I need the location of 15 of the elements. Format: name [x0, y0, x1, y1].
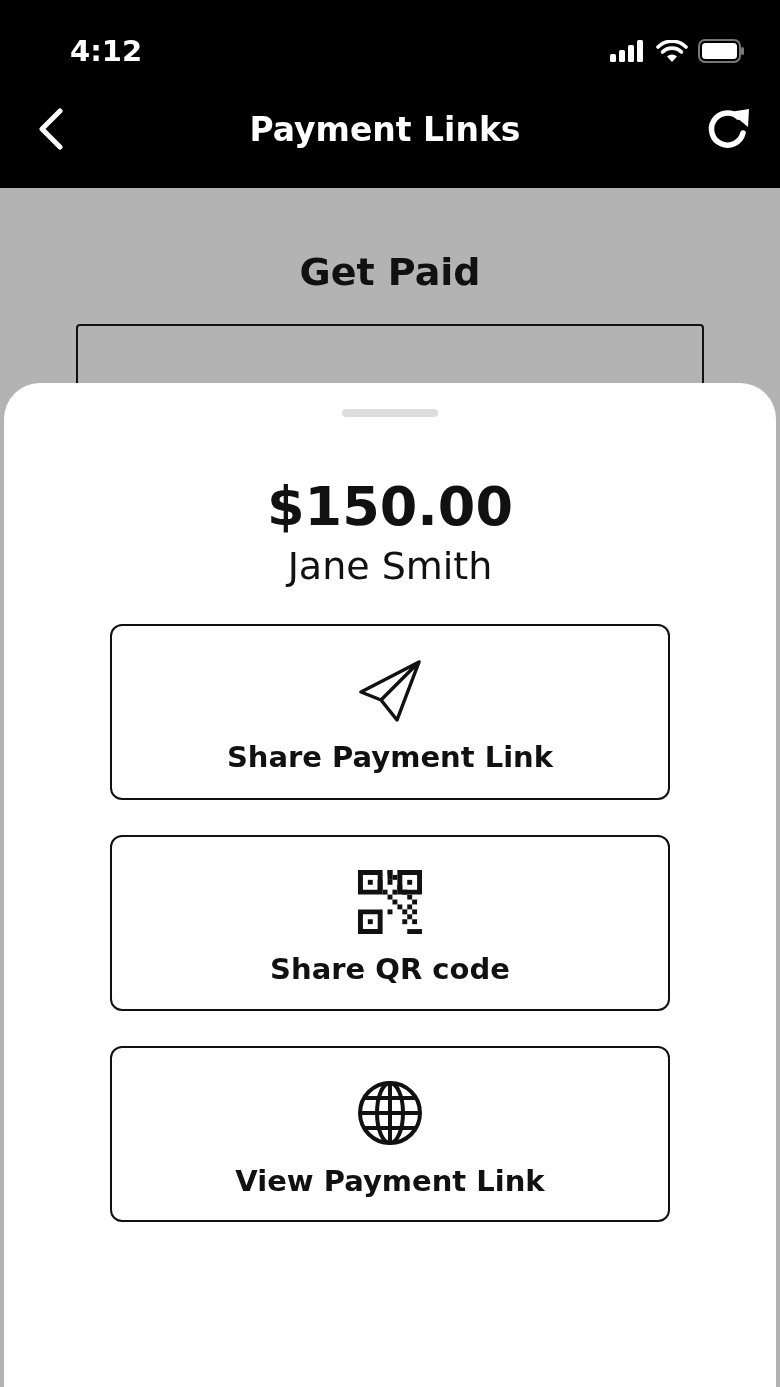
status-time: 4:12 [70, 34, 143, 68]
signal-icon [610, 40, 646, 62]
sheet-handle[interactable] [342, 409, 438, 417]
payment-amount: $150.00 [267, 475, 513, 538]
battery-icon [698, 39, 744, 63]
wifi-icon [656, 39, 688, 63]
paper-plane-icon [359, 660, 421, 722]
payer-name: Jane Smith [287, 544, 493, 588]
page-heading: Get Paid [299, 250, 481, 294]
share-option-button[interactable]: Share QR code [110, 835, 670, 1011]
share-option-button[interactable]: View Payment Link [110, 1046, 670, 1222]
share-option-button[interactable]: Share Payment Link [110, 624, 670, 800]
qr-code-icon [358, 870, 422, 934]
globe-icon [357, 1080, 423, 1146]
screen-title: Payment Links [249, 109, 521, 149]
